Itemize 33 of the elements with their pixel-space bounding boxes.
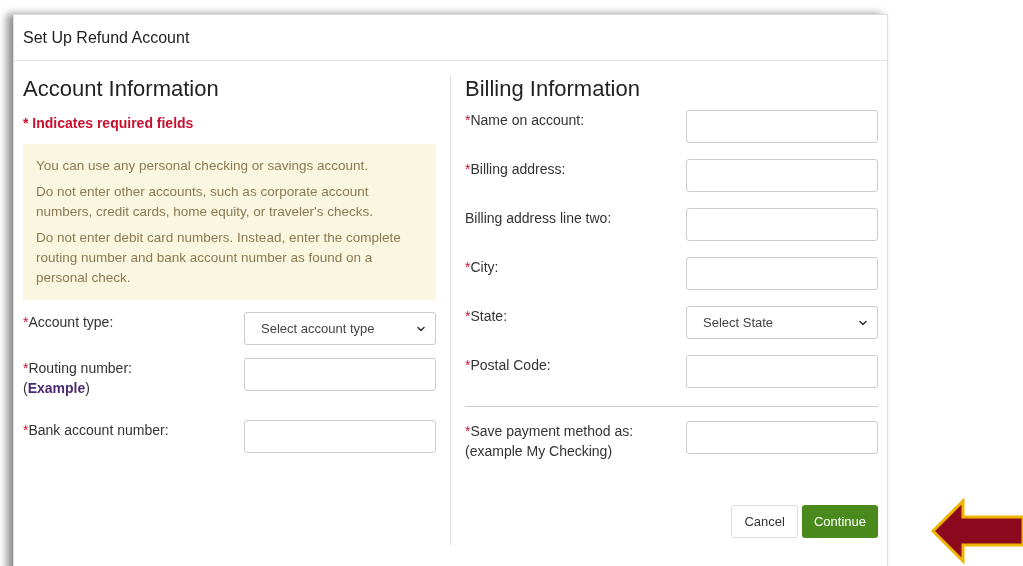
arrow-icon	[930, 498, 1023, 564]
input-field[interactable]	[244, 420, 436, 453]
example-link[interactable]: Example	[27, 380, 86, 396]
field-label: Billing address line two:	[465, 209, 612, 228]
field-label: *State:	[465, 307, 508, 326]
section-heading: Billing Information	[465, 75, 641, 103]
notice-text: Do not enter debit card numbers. Instead, enter the complete routing number and bank account number as found on a personal check.	[36, 229, 402, 287]
select-field[interactable]: Select State	[686, 306, 878, 339]
required-note: * Indicates required fields	[23, 114, 195, 133]
notice-text: Do not enter other accounts, such as corporate account numbers, credit cards, home equity, or traveler's checks.	[36, 183, 374, 221]
dialog-title: Set Up Refund Account	[23, 27, 190, 48]
field-label: *Postal Code:	[465, 356, 551, 375]
field-label: *Billing address:	[465, 160, 566, 179]
field-label: *Account type:	[23, 313, 114, 332]
input-field[interactable]	[686, 257, 878, 290]
section-heading: Account Information	[23, 75, 220, 103]
cancel-button[interactable]: Cancel	[731, 505, 798, 538]
field-label: *City:	[465, 258, 499, 277]
select-field[interactable]: Select account type	[244, 312, 436, 345]
input-field[interactable]	[686, 208, 878, 241]
field-label: *Bank account number:	[23, 421, 169, 440]
input-field[interactable]	[244, 358, 436, 391]
example-link-text: (Example)	[23, 379, 91, 398]
input-field[interactable]	[686, 159, 878, 192]
continue-button[interactable]: Continue	[801, 505, 878, 538]
field-label: *Save payment method as:	[465, 422, 634, 441]
field-label: *Routing number:	[23, 359, 132, 378]
input-field[interactable]	[686, 421, 878, 454]
notice-text: You can use any personal checking or savings account.	[36, 157, 369, 175]
field-label: *Name on account:	[465, 111, 585, 130]
input-field[interactable]	[686, 110, 878, 143]
field-note: (example My Checking)	[465, 442, 614, 461]
input-field[interactable]	[686, 355, 878, 388]
